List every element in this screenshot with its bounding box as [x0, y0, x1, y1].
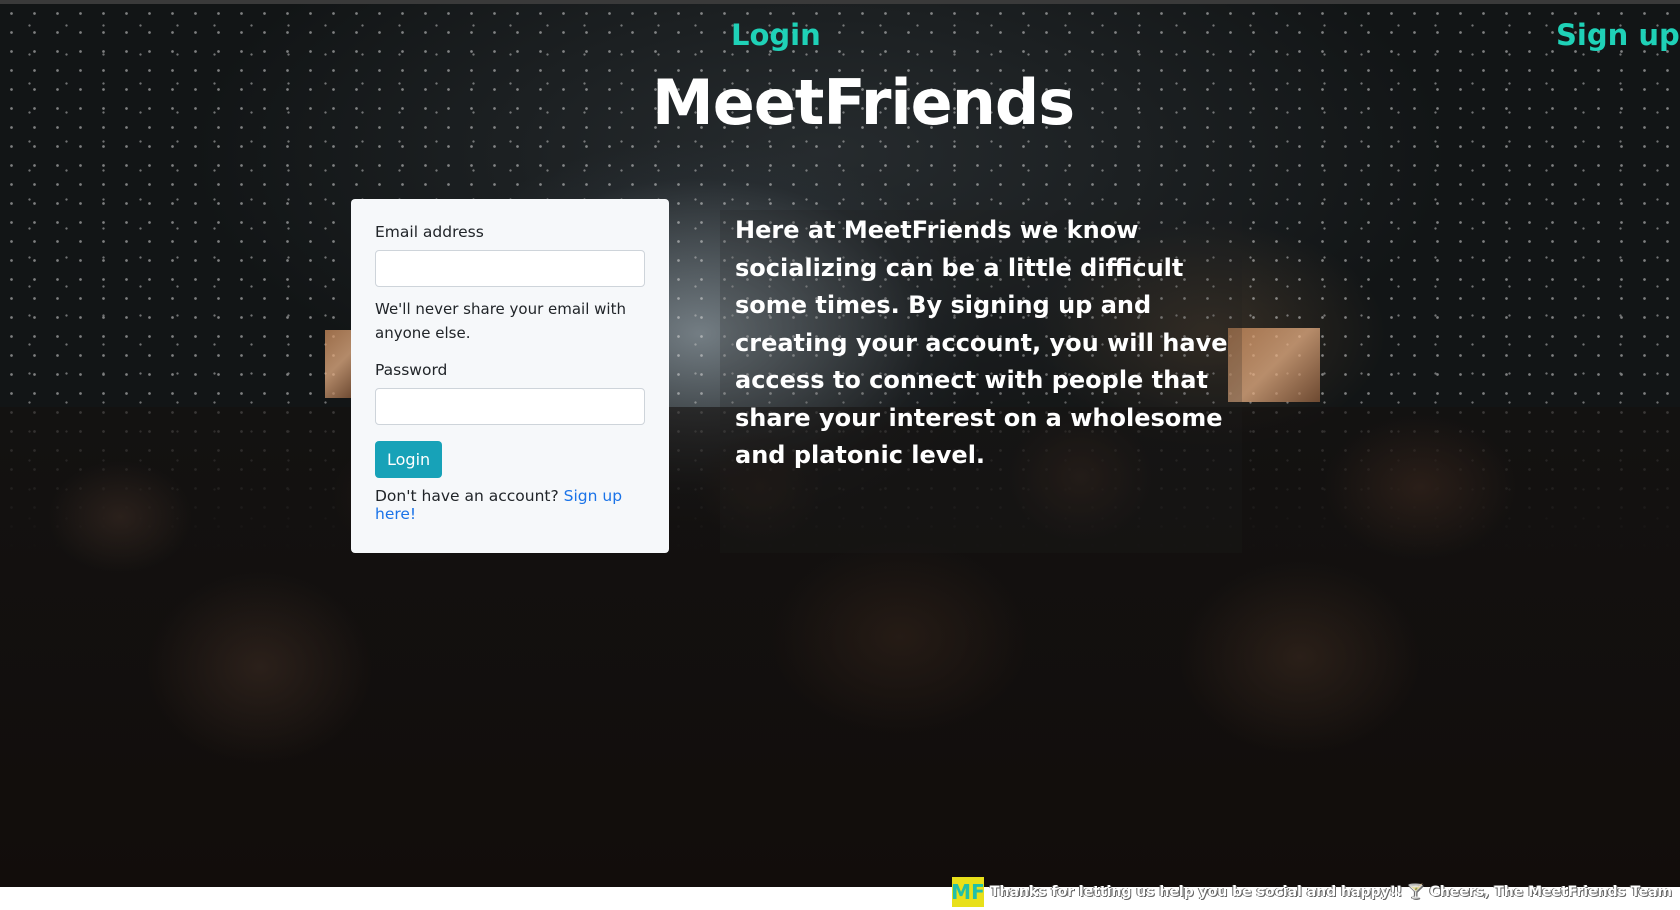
mf-logo-icon: MF — [951, 877, 985, 907]
page-title: MeetFriends — [652, 66, 1075, 139]
footer-message: Thanks for letting us help you be social… — [989, 884, 1672, 900]
password-field[interactable] — [375, 388, 645, 425]
login-button[interactable]: Login — [375, 441, 443, 478]
email-label: Email address — [375, 223, 484, 241]
signup-prompt-row: Don't have an account? Sign up here! — [375, 487, 645, 523]
signup-prompt-text: Don't have an account? — [375, 487, 559, 505]
stage-screen-left — [325, 330, 353, 398]
email-help-text: We'll never share your email with anyone… — [375, 300, 626, 342]
password-label: Password — [375, 361, 448, 379]
nav-signup-link[interactable]: Sign up — [1556, 18, 1680, 52]
email-field[interactable] — [375, 250, 645, 287]
login-card: Email address We'll never share your ema… — [351, 199, 669, 553]
intro-paragraph: Here at MeetFriends we know socializing … — [735, 216, 1228, 469]
footer-banner: MF Thanks for letting us help you be soc… — [951, 877, 1672, 907]
nav-login-link[interactable]: Login — [731, 18, 821, 52]
